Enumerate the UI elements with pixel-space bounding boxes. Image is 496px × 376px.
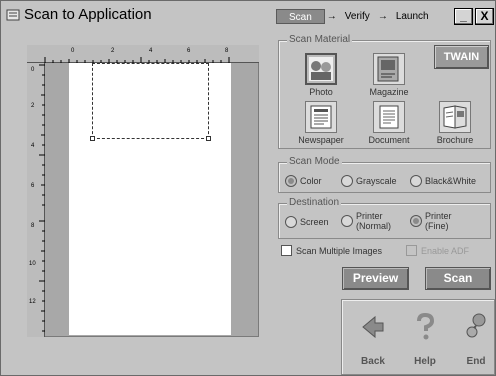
material-brochure-label: Brochure (436, 135, 474, 145)
twain-button[interactable]: TWAIN (434, 45, 489, 69)
ruler-top-label: 4 (149, 48, 153, 54)
dest-screen-option[interactable]: Screen (285, 216, 329, 228)
enable-adf-checkbox (406, 245, 417, 256)
enable-adf-option: Enable ADF (406, 245, 469, 256)
help-button[interactable]: Help (408, 312, 442, 372)
wizard-arrow-icon: → (377, 11, 388, 22)
wizard-arrow-icon: → (326, 11, 337, 22)
end-label: End (466, 356, 486, 367)
material-newspaper-label: Newspaper (298, 135, 344, 145)
dest-printer-normal-text: Printer (Normal) (356, 211, 391, 231)
ruler-left-label: 0 (31, 67, 35, 73)
ruler-left-label: 6 (31, 183, 35, 189)
mode-bw-option[interactable]: Black&White (410, 175, 476, 187)
wizard-step-verify[interactable]: Verify (339, 9, 376, 24)
navigation-panel: Back Help End (341, 299, 495, 375)
selection-handle[interactable] (90, 136, 95, 141)
scan-multiple-label: Scan Multiple Images (296, 245, 383, 256)
photo-icon (305, 53, 337, 85)
dest-printer-fine-label: Printer (425, 211, 452, 221)
ruler-top-label: 0 (71, 48, 75, 54)
wizard-step-launch[interactable]: Launch (390, 9, 435, 24)
mode-grayscale-option[interactable]: Grayscale (341, 175, 397, 187)
mode-color-label: Color (300, 176, 322, 186)
material-document[interactable]: Document (359, 101, 419, 153)
ruler-left-label: 12 (29, 299, 36, 305)
wizard-step-scan[interactable]: Scan (276, 9, 325, 24)
window-title: Scan to Application (24, 6, 152, 23)
question-mark-icon (417, 312, 435, 340)
scan-material-legend: Scan Material (287, 34, 353, 45)
ruler-left: 0 2 4 6 8 10 12 (27, 63, 45, 337)
mode-bw-label: Black&White (425, 176, 477, 186)
end-button[interactable]: End (459, 312, 493, 372)
material-document-label: Document (368, 135, 410, 145)
scan-multiple-checkbox[interactable] (281, 245, 292, 256)
scan-multiple-option[interactable]: Scan Multiple Images (281, 245, 382, 256)
document-icon (373, 101, 405, 133)
material-magazine[interactable]: Magazine (359, 53, 419, 105)
ruler-top-label: 6 (187, 48, 191, 54)
radio-icon[interactable] (285, 175, 297, 187)
scan-mode-legend: Scan Mode (287, 156, 342, 167)
magazine-icon (373, 53, 405, 85)
title-bar: Scan to Application Scan → Verify → Laun… (1, 1, 495, 28)
back-button[interactable]: Back (356, 312, 390, 372)
material-magazine-label: Magazine (369, 87, 409, 97)
ruler-left-label: 4 (31, 143, 35, 149)
mode-grayscale-label: Grayscale (356, 176, 397, 186)
dest-printer-fine-sub: (Fine) (425, 221, 449, 231)
back-label: Back (361, 356, 385, 367)
enable-adf-label: Enable ADF (421, 245, 470, 256)
destination-legend: Destination (287, 197, 342, 208)
back-arrow-icon (362, 315, 384, 339)
wizard-steps: Scan → Verify → Launch (276, 9, 435, 24)
brochure-icon (439, 101, 471, 133)
dest-printer-fine-text: Printer (Fine) (425, 211, 452, 231)
material-photo[interactable]: Photo (291, 53, 351, 105)
ruler-left-ticks (39, 64, 45, 332)
help-label: Help (414, 356, 436, 367)
newspaper-icon (305, 101, 337, 133)
minimize-button[interactable]: _ (454, 8, 473, 25)
dest-printer-normal-sub: (Normal) (356, 221, 391, 231)
scanner-app-icon (6, 9, 20, 21)
radio-icon[interactable] (341, 215, 353, 227)
scan-button[interactable]: Scan (425, 267, 491, 290)
ruler-left-label: 2 (31, 103, 35, 109)
close-button[interactable]: X (475, 8, 494, 25)
mode-color-option[interactable]: Color (285, 175, 322, 187)
ruler-left-label: 8 (31, 223, 35, 229)
dest-printer-fine-option[interactable]: Printer (Fine) (410, 211, 452, 231)
scan-selection-marquee[interactable] (90, 63, 211, 141)
preview-button[interactable]: Preview (342, 267, 409, 290)
ruler-left-label: 10 (29, 261, 36, 267)
ruler-top: 0 2 4 6 8 (27, 45, 259, 63)
dest-screen-label: Screen (300, 217, 329, 227)
ruler-top-label: 2 (111, 48, 115, 54)
dest-printer-normal-option[interactable]: Printer (Normal) (341, 211, 391, 231)
material-photo-label: Photo (309, 87, 333, 97)
radio-icon[interactable] (341, 175, 353, 187)
selection-handle[interactable] (206, 136, 211, 141)
material-newspaper[interactable]: Newspaper (291, 101, 351, 153)
ruler-top-label: 8 (225, 48, 229, 54)
dest-printer-normal-label: Printer (356, 211, 383, 221)
material-brochure[interactable]: Brochure (425, 101, 485, 153)
radio-icon[interactable] (285, 216, 297, 228)
radio-icon[interactable] (410, 215, 422, 227)
end-globe-icon (466, 313, 486, 338)
radio-icon[interactable] (410, 175, 422, 187)
app-window: Scan to Application Scan → Verify → Laun… (0, 0, 496, 376)
